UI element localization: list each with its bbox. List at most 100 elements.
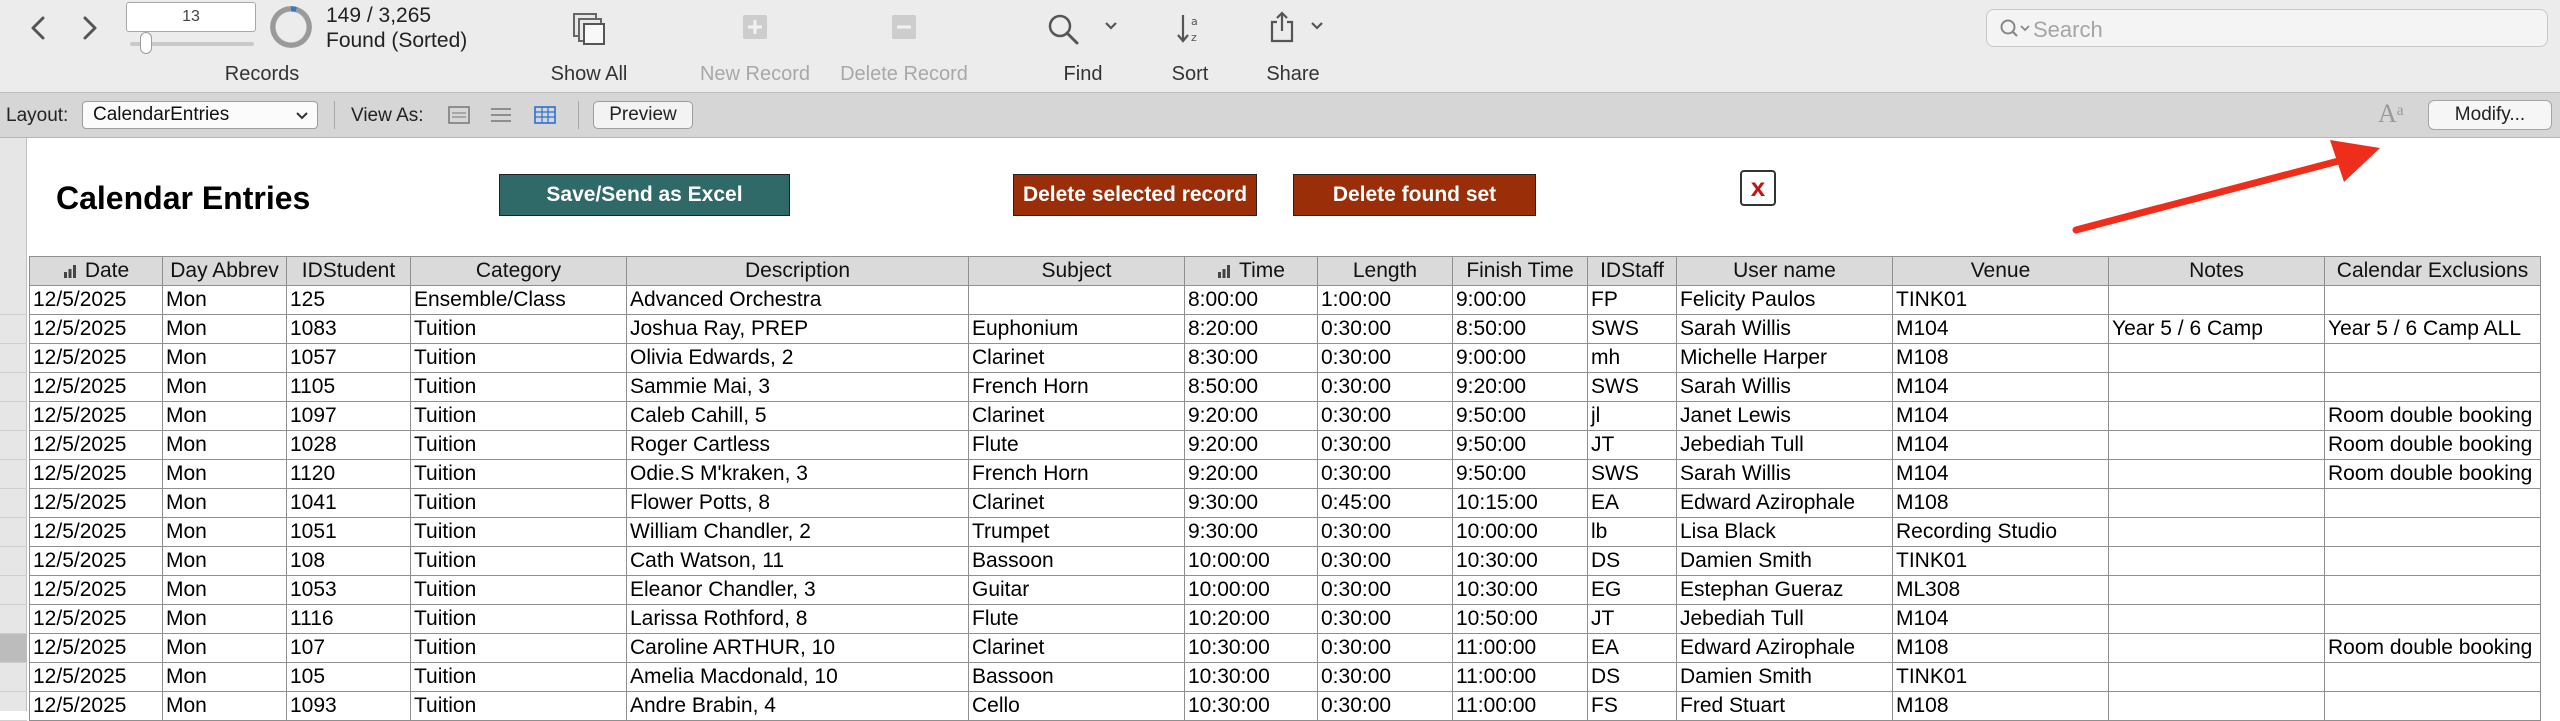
table-cell[interactable]: Mon bbox=[162, 604, 287, 634]
table-cell[interactable] bbox=[2324, 285, 2541, 315]
table-cell[interactable]: 0:30:00 bbox=[1317, 314, 1453, 344]
share-icon[interactable] bbox=[1268, 10, 1296, 44]
table-cell[interactable] bbox=[2108, 604, 2325, 634]
table-cell[interactable]: Mon bbox=[162, 517, 287, 547]
row-marker[interactable] bbox=[0, 286, 27, 315]
table-row[interactable]: 12/5/2025 Mon 1083 Tuition Joshua Ray, PREP E… bbox=[29, 314, 2541, 344]
table-cell[interactable]: Felicity Paulos bbox=[1676, 285, 1893, 315]
record-slider-thumb[interactable] bbox=[140, 32, 152, 54]
column-header[interactable]: User name bbox=[1676, 256, 1893, 286]
table-cell[interactable] bbox=[2324, 343, 2541, 373]
table-cell[interactable]: 12/5/2025 bbox=[29, 430, 163, 460]
table-cell[interactable]: 0:45:00 bbox=[1317, 488, 1453, 518]
table-cell[interactable]: 108 bbox=[286, 546, 411, 576]
table-row[interactable]: 12/5/2025 Mon 1051 Tuition William Chandler,… bbox=[29, 517, 2541, 547]
table-row[interactable]: 12/5/2025 Mon 108 Tuition Cath Watson, 11 Bas… bbox=[29, 546, 2541, 576]
table-cell[interactable]: Room double booking bbox=[2324, 633, 2541, 663]
table-cell[interactable]: M104 bbox=[1892, 314, 2109, 344]
column-header[interactable]: Day Abbrev bbox=[162, 256, 287, 286]
table-cell[interactable]: 12/5/2025 bbox=[29, 459, 163, 489]
row-marker[interactable] bbox=[0, 663, 27, 692]
table-cell[interactable]: 12/5/2025 bbox=[29, 488, 163, 518]
table-cell[interactable]: 8:00:00 bbox=[1184, 285, 1318, 315]
table-cell[interactable]: TINK01 bbox=[1892, 285, 2109, 315]
table-cell[interactable]: 125 bbox=[286, 285, 411, 315]
table-cell[interactable]: Tuition bbox=[410, 575, 627, 605]
table-cell[interactable]: Caleb Cahill, 5 bbox=[626, 401, 969, 431]
table-cell[interactable] bbox=[2324, 691, 2541, 721]
table-cell[interactable]: Mon bbox=[162, 633, 287, 663]
table-cell[interactable]: 1083 bbox=[286, 314, 411, 344]
row-marker[interactable] bbox=[0, 460, 27, 489]
table-row[interactable]: 12/5/2025 Mon 1057 Tuition Olivia Edwards, 2… bbox=[29, 343, 2541, 373]
table-cell[interactable]: 11:00:00 bbox=[1452, 662, 1588, 692]
table-cell[interactable]: M108 bbox=[1892, 633, 2109, 663]
table-cell[interactable]: 1120 bbox=[286, 459, 411, 489]
table-cell[interactable]: 12/5/2025 bbox=[29, 604, 163, 634]
table-cell[interactable]: French Horn bbox=[968, 372, 1185, 402]
table-cell[interactable]: Tuition bbox=[410, 372, 627, 402]
table-cell[interactable] bbox=[2108, 401, 2325, 431]
table-cell[interactable]: 12/5/2025 bbox=[29, 575, 163, 605]
table-cell[interactable]: Joshua Ray, PREP bbox=[626, 314, 969, 344]
table-cell[interactable]: 1093 bbox=[286, 691, 411, 721]
table-cell[interactable]: 10:30:00 bbox=[1452, 575, 1588, 605]
table-cell[interactable]: TINK01 bbox=[1892, 662, 2109, 692]
sort-button[interactable]: Sort bbox=[1172, 63, 1209, 86]
row-marker[interactable] bbox=[0, 402, 27, 431]
table-cell[interactable]: Mon bbox=[162, 343, 287, 373]
table-cell[interactable]: EA bbox=[1587, 488, 1677, 518]
table-cell[interactable]: Mon bbox=[162, 575, 287, 605]
table-cell[interactable]: ML308 bbox=[1892, 575, 2109, 605]
table-cell[interactable]: Sarah Willis bbox=[1676, 459, 1893, 489]
table-cell[interactable]: 9:20:00 bbox=[1184, 401, 1318, 431]
table-cell[interactable]: 12/5/2025 bbox=[29, 517, 163, 547]
delete-selected-record-button[interactable]: Delete selected record bbox=[1013, 174, 1257, 216]
table-cell[interactable]: jl bbox=[1587, 401, 1677, 431]
table-cell[interactable] bbox=[2108, 285, 2325, 315]
table-cell[interactable]: 12/5/2025 bbox=[29, 343, 163, 373]
table-cell[interactable]: 9:30:00 bbox=[1184, 488, 1318, 518]
table-cell[interactable]: Tuition bbox=[410, 343, 627, 373]
table-cell[interactable]: Olivia Edwards, 2 bbox=[626, 343, 969, 373]
table-cell[interactable]: 8:50:00 bbox=[1452, 314, 1588, 344]
table-cell[interactable]: Tuition bbox=[410, 604, 627, 634]
column-header[interactable]: Notes bbox=[2108, 256, 2325, 286]
table-cell[interactable]: Jebediah Tull bbox=[1676, 604, 1893, 634]
find-button[interactable]: Find bbox=[1064, 63, 1103, 86]
table-cell[interactable]: Euphonium bbox=[968, 314, 1185, 344]
table-cell[interactable]: 12/5/2025 bbox=[29, 662, 163, 692]
table-cell[interactable]: 10:30:00 bbox=[1184, 633, 1318, 663]
table-cell[interactable] bbox=[2108, 459, 2325, 489]
table-cell[interactable]: 12/5/2025 bbox=[29, 314, 163, 344]
table-row[interactable]: 12/5/2025 Mon 1116 Tuition Larissa Rothford,… bbox=[29, 604, 2541, 634]
table-cell[interactable]: 1041 bbox=[286, 488, 411, 518]
table-cell[interactable]: Mon bbox=[162, 662, 287, 692]
table-cell[interactable]: Tuition bbox=[410, 314, 627, 344]
table-cell[interactable]: mh bbox=[1587, 343, 1677, 373]
table-cell[interactable]: TINK01 bbox=[1892, 546, 2109, 576]
column-header[interactable]: Subject bbox=[968, 256, 1185, 286]
table-cell[interactable]: Advanced Orchestra bbox=[626, 285, 969, 315]
table-cell[interactable]: Mon bbox=[162, 372, 287, 402]
table-cell[interactable]: 12/5/2025 bbox=[29, 285, 163, 315]
column-header[interactable]: Venue bbox=[1892, 256, 2109, 286]
show-all-icon[interactable] bbox=[572, 12, 606, 46]
table-cell[interactable]: Tuition bbox=[410, 401, 627, 431]
table-cell[interactable] bbox=[968, 285, 1185, 315]
table-cell[interactable]: 10:30:00 bbox=[1452, 546, 1588, 576]
column-header[interactable]: Description bbox=[626, 256, 969, 286]
table-cell[interactable]: Tuition bbox=[410, 488, 627, 518]
table-cell[interactable]: 0:30:00 bbox=[1317, 372, 1453, 402]
column-header[interactable]: Date bbox=[29, 256, 163, 286]
table-cell[interactable] bbox=[2108, 430, 2325, 460]
table-cell[interactable] bbox=[2324, 517, 2541, 547]
table-cell[interactable]: Andre Brabin, 4 bbox=[626, 691, 969, 721]
row-marker[interactable] bbox=[0, 373, 27, 402]
table-cell[interactable] bbox=[2324, 575, 2541, 605]
table-row[interactable]: 12/5/2025 Mon 1041 Tuition Flower Potts, 8 Cl… bbox=[29, 488, 2541, 518]
table-cell[interactable]: 8:50:00 bbox=[1184, 372, 1318, 402]
table-cell[interactable]: 107 bbox=[286, 633, 411, 663]
row-marker[interactable] bbox=[0, 431, 27, 460]
table-cell[interactable] bbox=[2324, 662, 2541, 692]
